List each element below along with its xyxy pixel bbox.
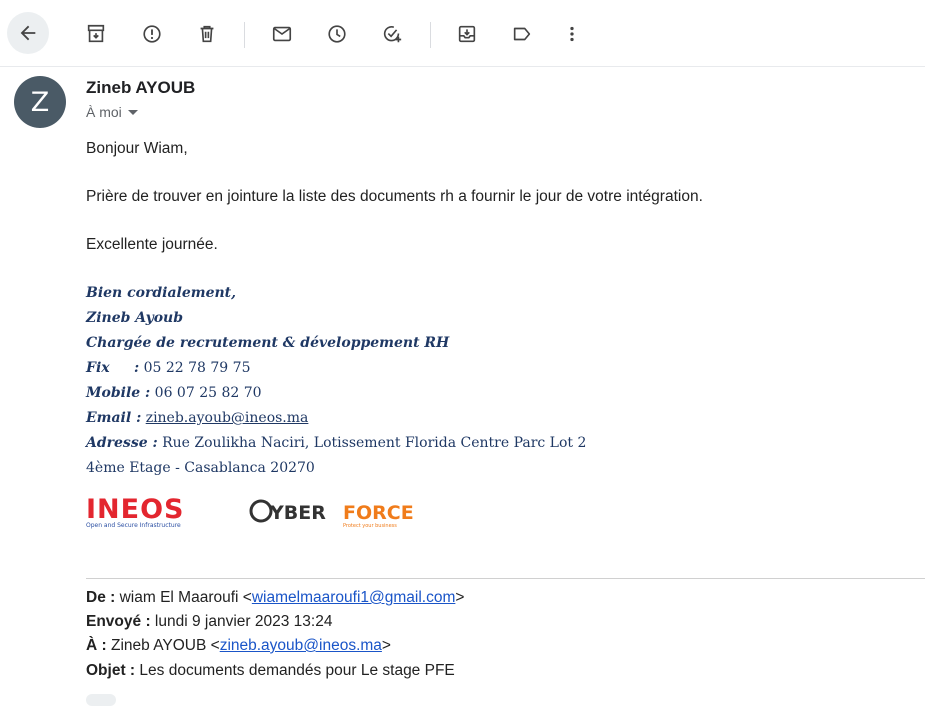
report-spam-icon — [143, 25, 161, 43]
move-to-button[interactable] — [447, 14, 487, 54]
mark-unread-icon — [272, 26, 292, 42]
toolbar-divider — [244, 22, 245, 48]
forwarded-to: À : Zineb AYOUB <zineb.ayoub@ineos.ma> — [86, 637, 391, 654]
back-button[interactable] — [7, 12, 49, 54]
forwarded-sent: Envoyé : lundi 9 janvier 2023 13:24 — [86, 613, 333, 630]
more-vert-icon — [570, 26, 574, 42]
label-icon — [513, 27, 531, 41]
signature-name: Zineb Ayoub — [86, 310, 184, 326]
signature-address: Adresse : Rue Zoulikha Naciri, Lotisseme… — [86, 435, 587, 451]
svg-text:INEOS: INEOS — [86, 494, 185, 525]
snooze-button[interactable] — [317, 14, 357, 54]
signature-email: Email : zineb.ayoub@ineos.ma — [86, 410, 309, 426]
forwarded-subject: Objet : Les documents demandés pour Le s… — [86, 662, 455, 679]
signature-address-line2: 4ème Etage - Casablanca 20270 — [86, 460, 315, 476]
company-logos: INEOS Open and Secure Infrastructure YBE… — [86, 494, 414, 529]
show-trimmed-content-button[interactable] — [86, 694, 116, 706]
delete-icon — [200, 25, 214, 43]
ineos-logo: INEOS Open and Secure Infrastructure — [86, 494, 185, 529]
body-line: Excellente journée. — [86, 236, 218, 253]
back-arrow-icon — [20, 25, 36, 41]
signature-closing: Bien cordialement, — [86, 285, 236, 301]
signature-mobile: Mobile : 06 07 25 82 70 — [86, 385, 262, 401]
chevron-down-icon — [127, 109, 138, 115]
sender-name: Zineb AYOUB — [86, 78, 196, 97]
add-task-button[interactable] — [372, 14, 412, 54]
signature-fix: Fix : 05 22 78 79 75 — [86, 360, 251, 376]
forwarded-from: De : wiam El Maaroufi <wiamelmaaroufi1@g… — [86, 589, 465, 606]
move-to-icon — [458, 25, 476, 43]
to-email-link[interactable]: zineb.ayoub@ineos.ma — [220, 637, 382, 654]
cyberforce-logo: YBER FORCE Protect your business — [249, 499, 414, 529]
archive-button[interactable] — [76, 14, 116, 54]
archive-icon — [87, 24, 105, 43]
signature-title: Chargée de recrutement & développement R… — [86, 335, 450, 351]
signature-email-link[interactable]: zineb.ayoub@ineos.ma — [146, 410, 309, 426]
snooze-icon — [328, 25, 346, 43]
from-email-link[interactable]: wiamelmaaroufi1@gmail.com — [252, 589, 456, 606]
message-toolbar — [0, 0, 925, 67]
svg-text:Protect your business: Protect your business — [343, 523, 397, 529]
toolbar-divider — [430, 22, 431, 48]
svg-text:YBER: YBER — [269, 502, 326, 524]
recipient-label: À moi — [86, 104, 122, 120]
svg-text:FORCE: FORCE — [343, 502, 414, 524]
add-task-icon — [383, 26, 402, 43]
avatar: Z — [14, 76, 66, 128]
delete-button[interactable] — [187, 14, 227, 54]
recipient-details-toggle[interactable]: À moi — [86, 104, 138, 120]
forward-divider — [86, 578, 925, 579]
report-spam-button[interactable] — [132, 14, 172, 54]
greeting: Bonjour Wiam, — [86, 140, 188, 157]
more-options-button[interactable] — [552, 14, 592, 54]
svg-text:Open and Secure Infrastructure: Open and Secure Infrastructure — [86, 522, 181, 529]
body-line: Prière de trouver en jointure la liste d… — [86, 188, 703, 205]
mark-unread-button[interactable] — [262, 14, 302, 54]
label-button[interactable] — [502, 14, 542, 54]
